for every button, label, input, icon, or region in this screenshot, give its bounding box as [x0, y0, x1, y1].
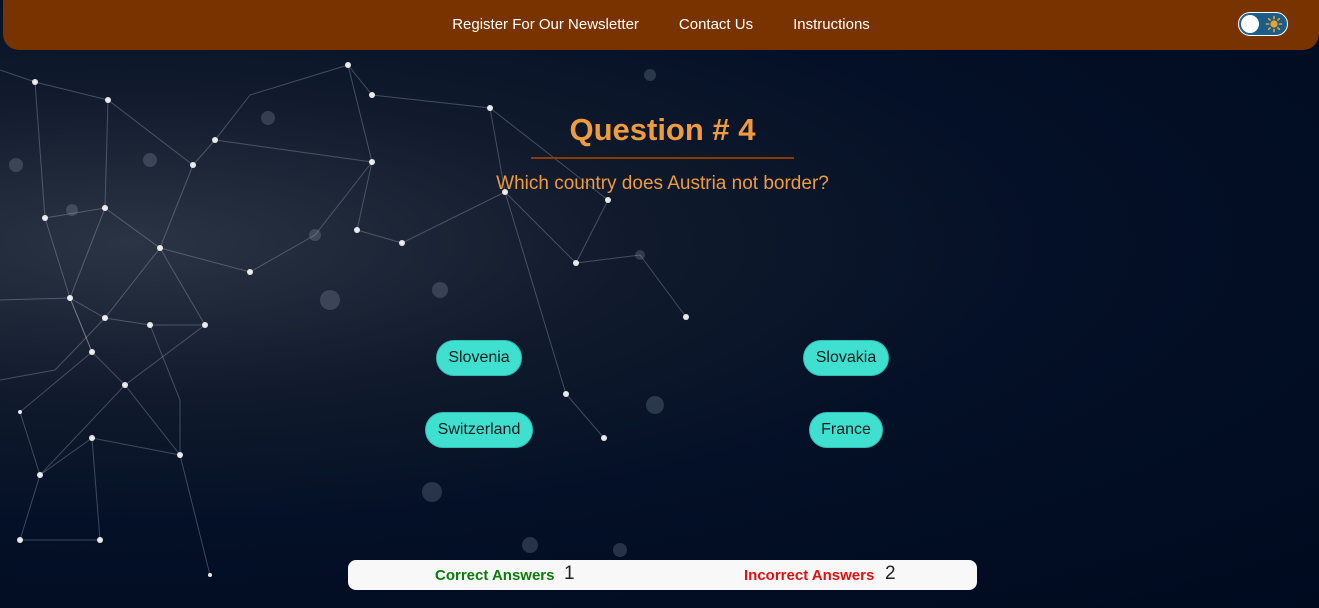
- incorrect-answers-count: 2: [885, 563, 896, 584]
- correct-answers-label: Correct Answers: [435, 567, 555, 584]
- title-underline: [531, 157, 794, 159]
- sun-icon: [1265, 15, 1283, 33]
- network-background-image: [0, 62, 689, 577]
- question-title: Question # 4: [569, 112, 756, 147]
- theme-toggle[interactable]: [1238, 12, 1288, 36]
- question-text: Which country does Austria not border?: [496, 173, 829, 194]
- nav-link-newsletter[interactable]: Register For Our Newsletter: [452, 16, 639, 33]
- nav-link-contact[interactable]: Contact Us: [679, 16, 753, 33]
- nav-link-instructions[interactable]: Instructions: [793, 16, 870, 33]
- correct-answers-count: 1: [564, 563, 575, 584]
- answer-button-france[interactable]: France: [809, 412, 883, 448]
- toggle-knob: [1241, 15, 1259, 33]
- incorrect-answers-label: Incorrect Answers: [744, 567, 875, 584]
- quiz-page: Register For Our Newsletter Contact Us I…: [0, 0, 1319, 608]
- answer-button-slovenia[interactable]: Slovenia: [436, 340, 522, 376]
- answer-button-switzerland[interactable]: Switzerland: [425, 412, 533, 448]
- answer-button-slovakia[interactable]: Slovakia: [803, 340, 889, 376]
- nav-links: Register For Our Newsletter Contact Us I…: [3, 0, 1319, 48]
- top-navbar: Register For Our Newsletter Contact Us I…: [3, 0, 1319, 50]
- score-bar: Correct Answers 1 Incorrect Answers 2: [348, 560, 977, 590]
